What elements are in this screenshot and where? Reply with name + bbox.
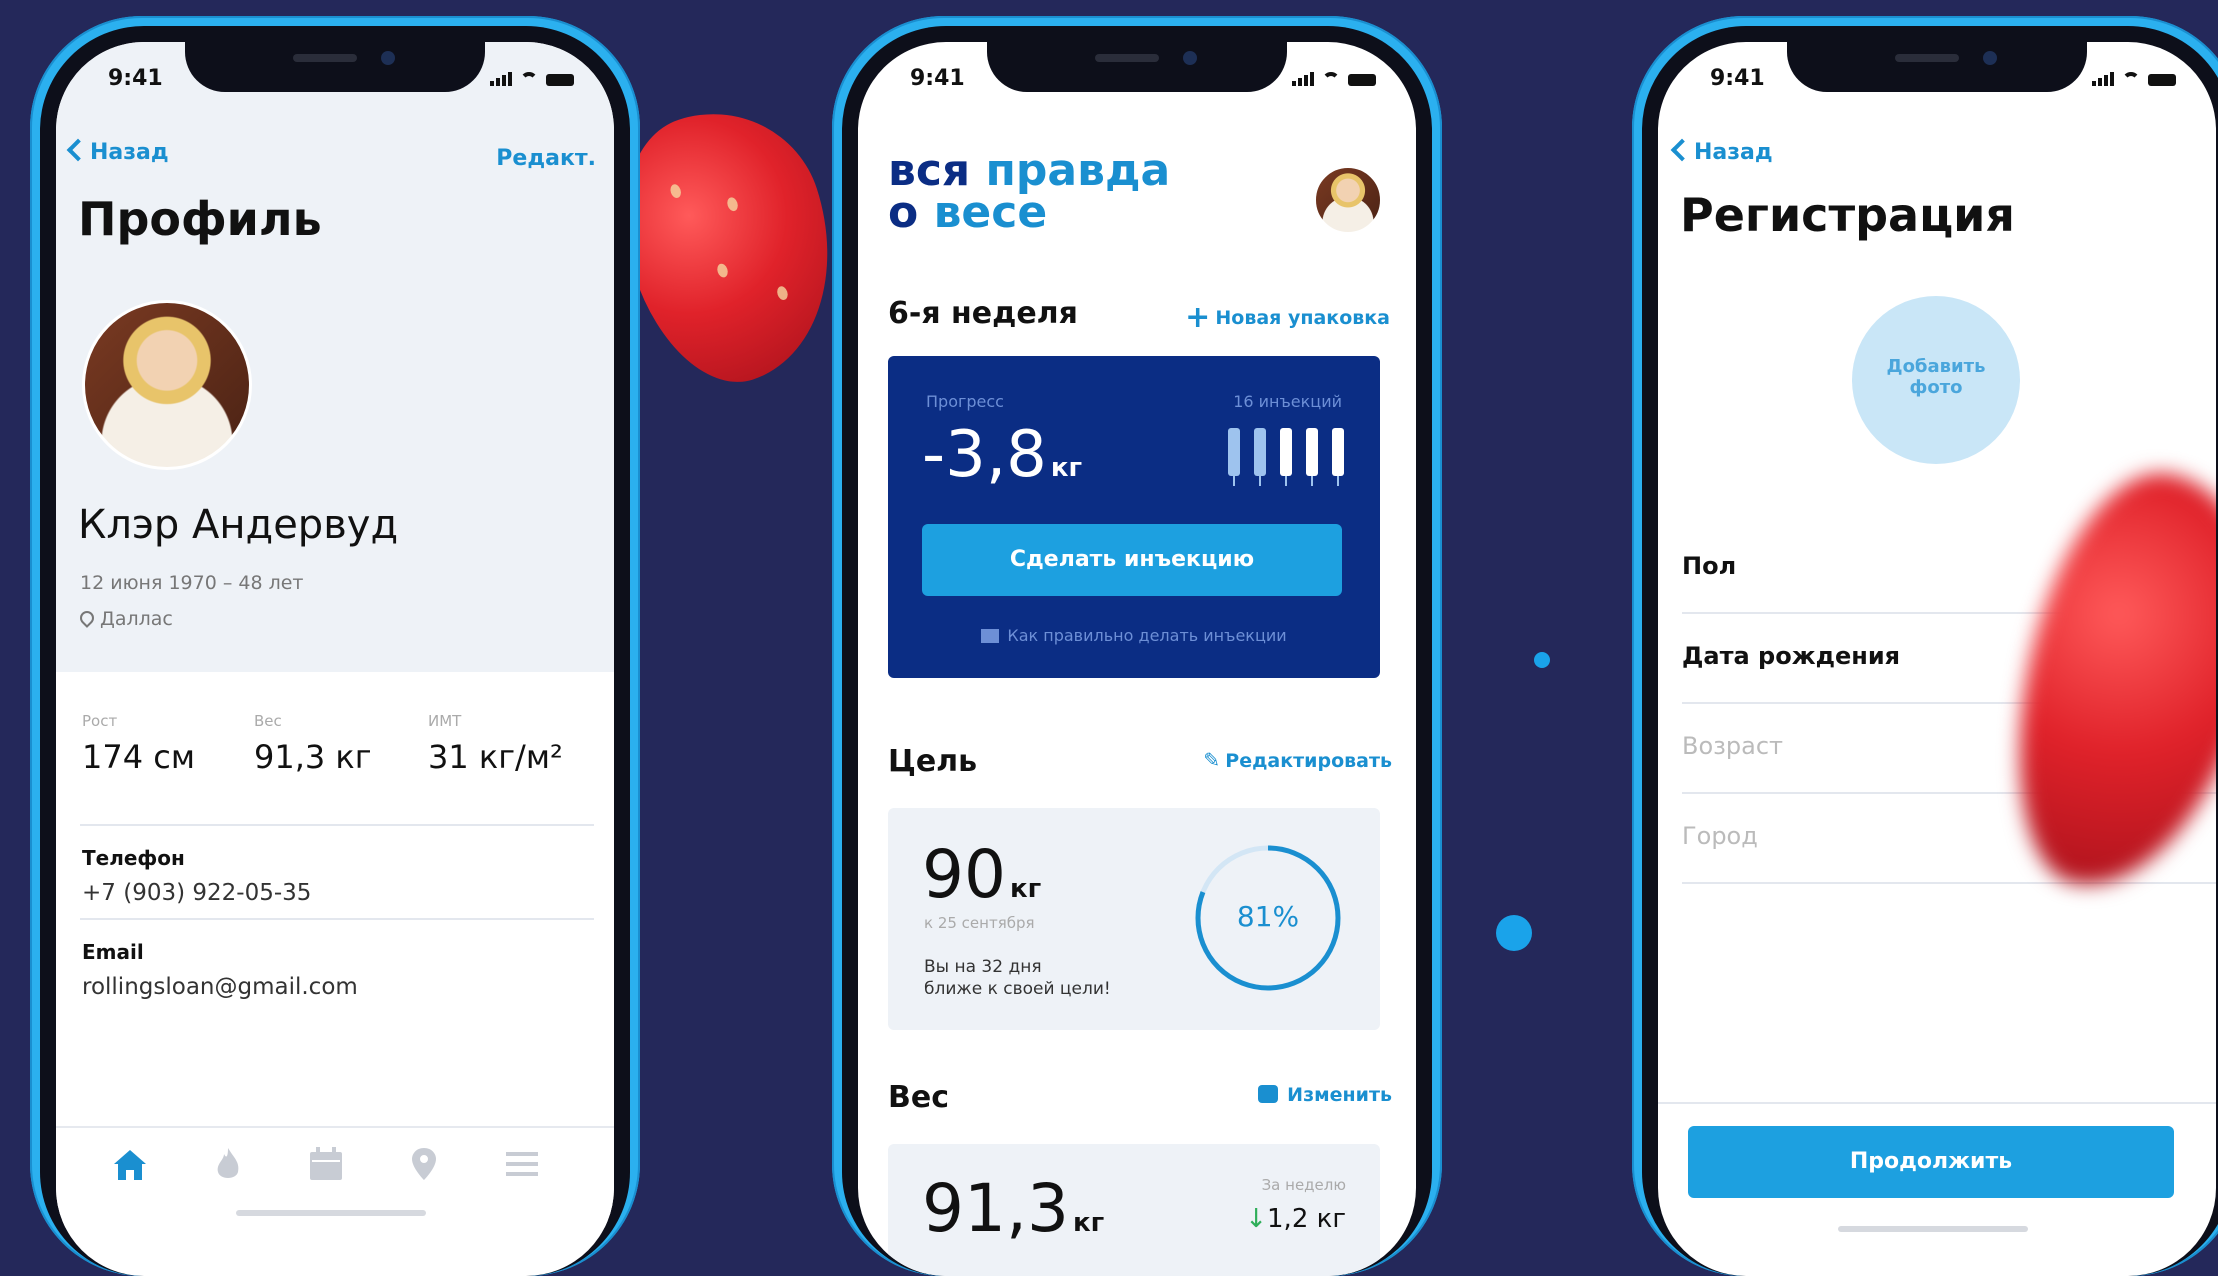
stat-weight: Вес 91,3 кг [254, 712, 372, 776]
battery-icon [2148, 74, 2176, 86]
home-indicator [236, 1210, 426, 1216]
phone-profile: 9:41 Назад Редакт. Профиль Клэр Андервуд… [30, 16, 640, 1276]
continue-button[interactable]: Продолжить [1688, 1126, 2174, 1198]
status-bar: 9:41 [1658, 66, 2216, 96]
profile-birth: 12 июня 1970 – 48 лет [80, 572, 304, 594]
avatar[interactable] [1314, 166, 1382, 234]
weight-change-button[interactable]: Изменить [1258, 1084, 1392, 1106]
goal-title: Цель [888, 744, 978, 779]
email-label: Email [82, 940, 144, 964]
stat-bmi: ИМТ 31 кг/м² [428, 712, 563, 776]
page-title: Профиль [78, 192, 322, 246]
signal-icon [490, 72, 512, 86]
phone-registration: 9:41 Назад Регистрация Добавить фото Пол… [1632, 16, 2218, 1276]
profile-name: Клэр Андервуд [78, 502, 399, 548]
goal-message: Вы на 32 дня ближе к своей цели! [924, 957, 1111, 999]
scale-icon [1258, 1085, 1279, 1103]
syringe-icon [1306, 428, 1318, 486]
weight-title: Вес [888, 1080, 949, 1115]
avatar[interactable] [82, 300, 252, 470]
brand-logo: вся правда о весе [888, 145, 1171, 238]
battery-icon [1348, 74, 1376, 86]
decor-dot-small [1534, 652, 1550, 668]
new-pack-button[interactable]: + Новая упаковка [1185, 300, 1390, 335]
home-indicator [1838, 1226, 2028, 1232]
goal-edit-button[interactable]: ✎ Редактировать [1203, 748, 1392, 772]
location-pin-icon [77, 608, 97, 628]
syringe-icon [1332, 428, 1344, 486]
divider [80, 918, 594, 920]
chevron-left-icon [1670, 138, 1694, 162]
profile-city: Даллас [77, 608, 173, 630]
weekly-label: За неделю [1261, 1176, 1346, 1194]
decor-dot-large [1496, 915, 1532, 951]
phone-value[interactable]: +7 (903) 922-05-35 [82, 880, 311, 906]
divider [80, 824, 594, 826]
status-time: 9:41 [108, 66, 163, 91]
syringe-icon [1254, 428, 1266, 486]
weekly-change: ↓1,2 кг [1245, 1204, 1346, 1234]
syringe-icon [1228, 428, 1240, 486]
tab-bar [56, 1126, 614, 1228]
weight-card: 91,3 кг За неделю ↓1,2 кг [888, 1144, 1380, 1276]
flame-icon[interactable] [208, 1144, 248, 1184]
dashboard-screen: 9:41 вся правда о весе 6-я неделя + Нова… [858, 42, 1416, 1276]
add-photo-button[interactable]: Добавить фото [1852, 296, 2020, 464]
week-title: 6-я неделя [888, 296, 1078, 331]
make-injection-button[interactable]: Сделать инъекцию [922, 524, 1342, 596]
status-time: 9:41 [1710, 66, 1765, 91]
phone-label: Телефон [82, 846, 185, 870]
pencil-icon: ✎ [1203, 748, 1221, 772]
battery-icon [546, 74, 574, 86]
stat-height: Рост 174 см [82, 712, 195, 776]
weight-value: 91,3 [922, 1170, 1069, 1247]
phone-dashboard: 9:41 вся правда о весе 6-я неделя + Нова… [832, 16, 1442, 1276]
email-value[interactable]: rollingsloan@gmail.com [82, 974, 358, 1000]
howto-link[interactable]: Как правильно делать инъекции [888, 626, 1380, 645]
wifi-icon [1322, 72, 1340, 86]
home-icon[interactable] [110, 1144, 150, 1184]
registration-screen: 9:41 Назад Регистрация Добавить фото Пол… [1658, 42, 2216, 1276]
menu-icon[interactable] [502, 1144, 542, 1184]
chevron-left-icon [66, 138, 90, 162]
calendar-icon[interactable] [306, 1144, 346, 1184]
arrow-down-icon: ↓ [1245, 1204, 1268, 1234]
goal-value: 90 [922, 836, 1006, 913]
profile-screen: 9:41 Назад Редакт. Профиль Клэр Андервуд… [56, 42, 614, 1276]
progress-value: -3,8 [922, 418, 1047, 492]
status-bar: 9:41 [56, 66, 614, 96]
progress-card: Прогресс -3,8 кг 16 инъекций Сделать инъе… [888, 356, 1380, 678]
edit-button[interactable]: Редакт. [496, 146, 596, 171]
signal-icon [1292, 72, 1314, 86]
footer-divider [1658, 1102, 2216, 1104]
status-time: 9:41 [910, 66, 965, 91]
video-icon [981, 629, 1000, 643]
goal-card: 90 кг к 25 сентября Вы на 32 дня ближе к … [888, 808, 1380, 1030]
wifi-icon [2122, 72, 2140, 86]
syringe-icon [1280, 428, 1292, 486]
signal-icon [2092, 72, 2114, 86]
status-bar: 9:41 [858, 66, 1416, 96]
page-title: Регистрация [1680, 188, 2015, 242]
plus-icon: + [1185, 300, 1211, 335]
goal-percent: 81% [1236, 900, 1300, 933]
goal-date: к 25 сентября [924, 914, 1035, 932]
map-pin-icon[interactable] [404, 1144, 444, 1184]
back-button[interactable]: Назад [66, 138, 169, 165]
wifi-icon [520, 72, 538, 86]
back-button[interactable]: Назад [1670, 138, 1773, 165]
